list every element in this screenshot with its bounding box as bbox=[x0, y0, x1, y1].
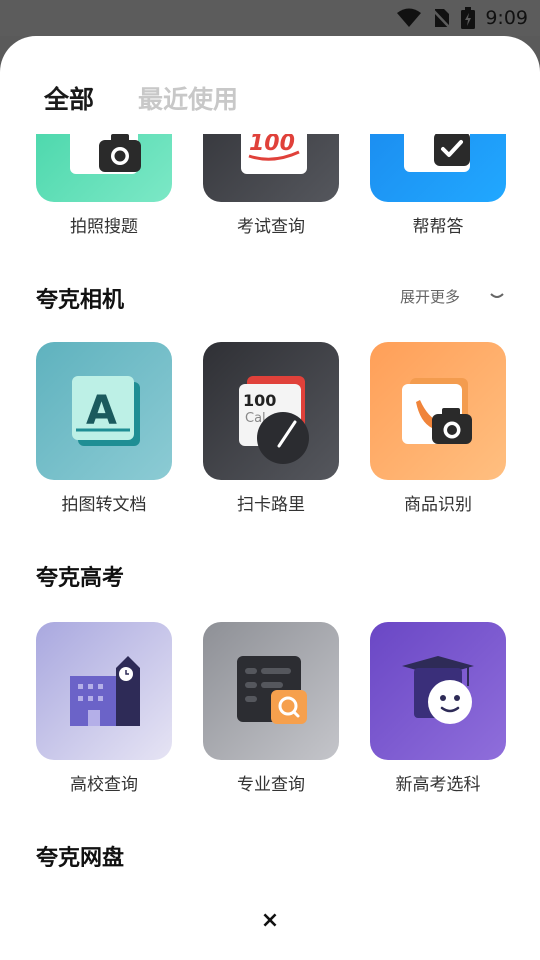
calorie-value-text: 100 bbox=[243, 391, 276, 410]
tools-scroll-area[interactable]: 拍照搜题 100 考试查询 帮帮答 夸克相机 展开更多 A 拍图转文档 100 … bbox=[0, 134, 540, 894]
camera-tools-row: A 拍图转文档 100 Cal 扫卡路里 商品识别 bbox=[36, 342, 506, 515]
expand-more-button[interactable]: 展开更多 bbox=[400, 286, 504, 307]
battery-icon bbox=[461, 7, 476, 29]
status-icons: 9:09 bbox=[397, 6, 528, 30]
tool-label: 拍照搜题 bbox=[70, 217, 138, 237]
exam-score-icon: 100 bbox=[203, 134, 339, 202]
tool-new-gaokao-subjects[interactable]: 新高考选科 bbox=[370, 622, 506, 795]
close-button[interactable]: × bbox=[256, 906, 284, 934]
tool-exam-query[interactable]: 100 考试查询 bbox=[203, 134, 339, 237]
section-title-gaokao: 夸克高考 bbox=[36, 566, 125, 591]
expand-more-label: 展开更多 bbox=[399, 288, 460, 306]
tools-sheet: 全部 最近使用 拍照搜题 100 考试查询 帮帮答 夸克相机 展开更多 A 拍图… bbox=[0, 36, 540, 960]
tool-label: 拍图转文档 bbox=[61, 495, 147, 515]
tool-major-query[interactable]: 专业查询 bbox=[203, 622, 339, 795]
chevron-down-icon bbox=[490, 292, 504, 298]
tool-label: 扫卡路里 bbox=[237, 495, 305, 515]
tab-bar: 全部 最近使用 bbox=[44, 80, 238, 116]
tool-product-recognition[interactable]: 商品识别 bbox=[370, 342, 506, 515]
status-time: 9:09 bbox=[485, 7, 528, 29]
tab-all[interactable]: 全部 bbox=[44, 80, 94, 116]
graduate-cap-icon bbox=[370, 622, 506, 760]
no-sim-icon bbox=[431, 8, 452, 29]
tool-label: 高校查询 bbox=[70, 775, 138, 795]
top-tools-row: 拍照搜题 100 考试查询 帮帮答 bbox=[36, 134, 506, 237]
tool-label: 帮帮答 bbox=[412, 217, 464, 237]
check-icon bbox=[370, 134, 506, 202]
wifi-icon bbox=[397, 8, 422, 27]
tool-label: 专业查询 bbox=[237, 775, 305, 795]
exam-score-text: 100 bbox=[249, 134, 295, 156]
major-search-icon bbox=[203, 622, 339, 760]
tool-help-answer[interactable]: 帮帮答 bbox=[370, 134, 506, 237]
tool-calorie-scan[interactable]: 100 Cal 扫卡路里 bbox=[203, 342, 339, 515]
tab-recent[interactable]: 最近使用 bbox=[138, 80, 238, 116]
tool-label: 新高考选科 bbox=[395, 775, 481, 795]
tool-label: 考试查询 bbox=[237, 217, 305, 237]
section-title-cloud-drive: 夸克网盘 bbox=[36, 846, 125, 871]
tool-photo-search[interactable]: 拍照搜题 bbox=[36, 134, 172, 237]
calorie-scale-icon: 100 Cal bbox=[203, 342, 339, 480]
product-camera-icon bbox=[370, 342, 506, 480]
tool-label: 商品识别 bbox=[404, 495, 472, 515]
tool-college-query[interactable]: 高校查询 bbox=[36, 622, 172, 795]
document-a-icon: A bbox=[36, 342, 172, 480]
doc-letter-text: A bbox=[86, 388, 117, 434]
camera-icon bbox=[36, 134, 172, 202]
tool-photo-to-doc[interactable]: A 拍图转文档 bbox=[36, 342, 172, 515]
section-title-camera: 夸克相机 bbox=[36, 288, 125, 313]
school-building-icon bbox=[36, 622, 172, 760]
gaokao-tools-row: 高校查询 专业查询 新高考选科 bbox=[36, 622, 506, 795]
status-bar: 9:09 bbox=[0, 0, 540, 36]
